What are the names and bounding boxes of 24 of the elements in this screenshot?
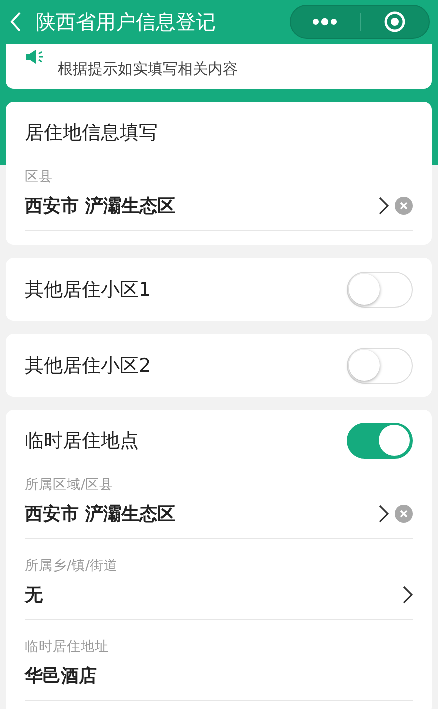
field-label: 所属区域/区县 [25,476,115,494]
option-title: 其他居住小区1 [25,278,152,302]
clear-icon[interactable] [395,197,413,215]
speaker-icon [26,50,44,66]
field-value[interactable]: 无 [25,583,403,607]
more-icon [312,18,338,26]
chevron-icon[interactable] [403,586,413,604]
field-label: 区县 [25,168,54,186]
field-value[interactable]: 华邑酒店 [25,664,413,688]
field-label: 临时居住地址 [25,638,110,656]
notice-text: 根据提示如实填写相关内容 [58,59,238,79]
field-value[interactable]: 西安市 浐灞生态区 [25,194,379,218]
option-title: 其他居住小区2 [25,354,152,378]
chevron-icon[interactable] [379,197,389,215]
target-icon [384,11,406,33]
toggle-switch[interactable] [347,423,413,459]
section-title: 临时居住地点 [25,429,139,454]
field-label: 所属乡/镇/街道 [25,557,120,575]
field-value[interactable]: 西安市 浐灞生态区 [25,502,379,526]
clear-icon[interactable] [395,505,413,523]
back-icon[interactable] [10,12,22,32]
section-title: 居住地信息填写 [25,121,158,146]
chevron-icon[interactable] [379,505,389,523]
page-title: 陕西省用户信息登记 [36,8,217,36]
